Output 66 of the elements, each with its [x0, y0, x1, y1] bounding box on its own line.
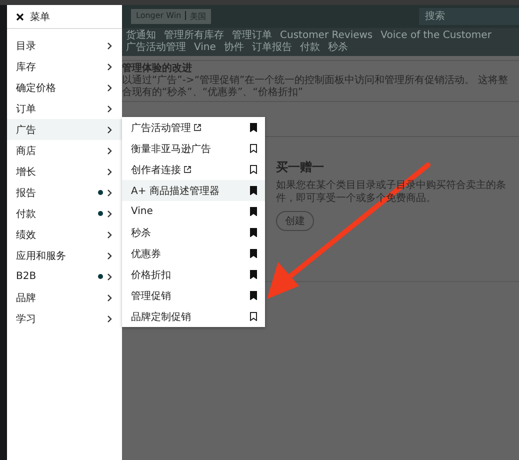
- submenu-item[interactable]: 优惠券: [122, 243, 265, 264]
- chevron-icon: [107, 188, 112, 196]
- nav-link[interactable]: 货通知: [126, 30, 156, 42]
- bookmark-icon[interactable]: [250, 228, 257, 237]
- submenu-item[interactable]: 衡量非亚马逊广告: [122, 138, 265, 159]
- nav-link[interactable]: Customer Reviews: [280, 30, 373, 42]
- banner-text: 以通过“广告”->“管理促销”在一个统一的控制面板中访问和管理所有促销活动。 这将整合现有的“秒杀”、“优惠券”、“价格折扣”: [122, 75, 509, 99]
- menu-item[interactable]: 学习: [7, 308, 122, 329]
- chevron-icon: [107, 230, 112, 238]
- banner-title: 管理体验的改进: [122, 63, 193, 74]
- bookmark-icon[interactable]: [250, 186, 257, 195]
- menu-item[interactable]: 报告: [7, 182, 122, 203]
- chevron-icon: [107, 272, 112, 280]
- promo-title: 买一赠一: [276, 159, 325, 176]
- chevron-icon: [107, 210, 112, 218]
- nav-link[interactable]: 广告活动管理: [126, 42, 186, 54]
- chevron-icon: [107, 168, 112, 176]
- menu-item[interactable]: 付款: [7, 203, 122, 224]
- bookmark-icon[interactable]: [250, 291, 257, 300]
- menu-item[interactable]: 应用和服务: [7, 245, 122, 266]
- submenu-item[interactable]: 秒杀: [122, 222, 265, 243]
- nav-link[interactable]: 订单报告: [252, 42, 292, 54]
- menu-item[interactable]: 品牌: [7, 287, 122, 308]
- nav-link[interactable]: 协件: [224, 42, 244, 54]
- submenu-item[interactable]: A+ 商品描述管理器: [122, 180, 265, 201]
- bookmark-icon[interactable]: [250, 207, 257, 216]
- close-icon: [16, 12, 24, 20]
- chevron-icon: [107, 294, 112, 302]
- submenu-item[interactable]: Vine: [122, 201, 265, 222]
- menu-item[interactable]: 商店: [7, 140, 122, 161]
- bookmark-icon[interactable]: [250, 123, 257, 132]
- chevron-icon: [107, 314, 112, 322]
- close-button[interactable]: [16, 12, 24, 20]
- menu-item[interactable]: 目录: [7, 35, 122, 56]
- chevron-icon: [107, 84, 112, 92]
- nav-link[interactable]: 秒杀: [328, 42, 348, 54]
- menu-item[interactable]: 广告: [7, 119, 122, 140]
- chevron-icon: [107, 252, 112, 260]
- chevron-icon: [107, 62, 112, 70]
- menu-title: 菜单: [30, 10, 50, 24]
- bookmark-icon[interactable]: [250, 165, 257, 174]
- chevron-icon: [107, 126, 112, 134]
- menu-item[interactable]: B2B: [7, 266, 122, 287]
- bookmark-icon[interactable]: [250, 270, 257, 279]
- bookmark-icon[interactable]: [250, 144, 257, 153]
- chevron-icon: [107, 104, 112, 112]
- menu-item[interactable]: 订单: [7, 98, 122, 119]
- nav-link[interactable]: Vine: [194, 42, 216, 54]
- chevron-icon: [107, 42, 112, 50]
- nav-link[interactable]: 管理所有库存: [164, 30, 224, 42]
- menu-item[interactable]: 确定价格: [7, 77, 122, 98]
- submenu-item[interactable]: 价格折扣: [122, 264, 265, 285]
- search-field[interactable]: 搜索: [419, 8, 519, 25]
- menu-item[interactable]: 增长: [7, 161, 122, 182]
- nav-link[interactable]: 付款: [300, 42, 320, 54]
- submenu-item[interactable]: 管理促销: [122, 285, 265, 306]
- submenu-item[interactable]: 广告活动管理: [122, 117, 265, 138]
- chevron-icon: [107, 146, 112, 154]
- bookmark-icon[interactable]: [250, 312, 257, 321]
- bookmark-icon[interactable]: [250, 249, 257, 258]
- nav-link[interactable]: Voice of the Customer: [380, 30, 492, 42]
- menu-item[interactable]: 库存: [7, 56, 122, 77]
- nav-link[interactable]: 管理订单: [232, 30, 272, 42]
- submenu-item[interactable]: 品牌定制促销: [122, 306, 265, 327]
- menu-item[interactable]: 绩效: [7, 224, 122, 245]
- submenu-item[interactable]: 创作者连接: [122, 159, 265, 180]
